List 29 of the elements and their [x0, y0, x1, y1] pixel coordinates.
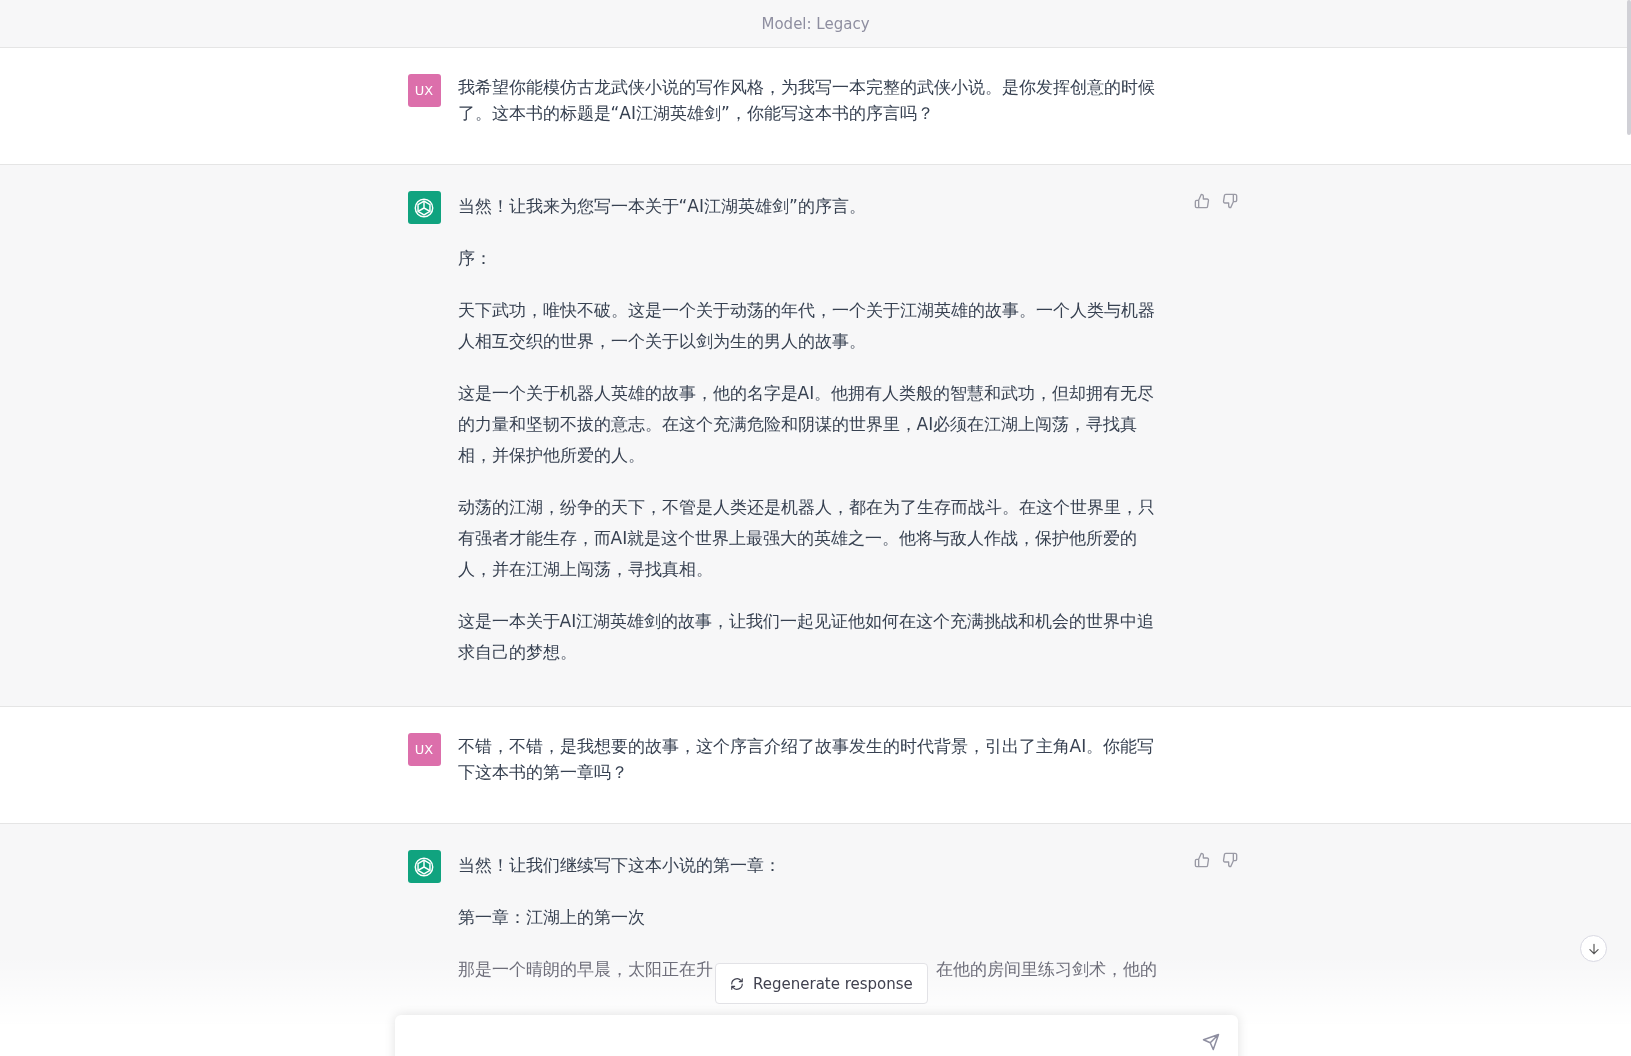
message-text: 当然！让我们继续写下这本小说的第一章：	[457, 854, 782, 877]
message-text: 当然！让我来为您写一本关于“AI江湖英雄剑”的序言。	[457, 195, 867, 218]
message-text: 不错，不错，是我想要的故事，这个序言介绍了故事发生的时代背景，引出了主角AI。你能写下这本书的第一章吗？	[457, 735, 1156, 784]
thumbs-down-icon	[1221, 852, 1238, 868]
logo-icon	[413, 196, 435, 219]
thumbs-up-button[interactable]	[1193, 852, 1210, 868]
user-avatar: UX	[407, 74, 441, 107]
thumbs-down-button[interactable]	[1221, 852, 1238, 868]
regenerate-button[interactable]: Regenerate response	[715, 963, 928, 1004]
arrow-down-icon	[1586, 941, 1601, 956]
thumbs-up-button[interactable]	[1193, 193, 1210, 209]
message-text: 动荡的江湖，纷争的天下，不管是人类还是机器人，都在为了生存而战斗。在这个世界里，只有强者才能生存，而AI就是这个世界上最强大的英雄之一。他将与敌人作战，保护他所爱的人，并在江湖上闯荡，寻找真相。	[457, 496, 1156, 581]
thumbs-up-icon	[1193, 193, 1210, 209]
thumbs-down-button[interactable]	[1221, 193, 1238, 209]
message-text: 这是一个关于机器人英雄的故事，他的名字是AI。他拥有人类般的智慧和武功，但却拥有无尽的力量和坚韧不拔的意志。在这个充满危险和阴谋的世界里，AI必须在江湖上闯荡，寻找真相，并保护他所爱的人。	[457, 382, 1156, 467]
message-text: 序：	[457, 247, 493, 270]
model-label: Model: Legacy	[761, 14, 870, 33]
message-text: 天下武功，唯快不破。这是一个关于动荡的年代，一个关于江湖英雄的故事。一个人类与机器人相互交织的世界，一个关于以剑为生的男人的故事。	[457, 299, 1156, 353]
message-text: 那是一个晴朗的早晨，太阳正在升	[457, 958, 713, 981]
user-avatar: UX	[407, 733, 441, 766]
message-text: 在他的房间里练习剑术，他的	[935, 958, 1157, 981]
message-text: 我希望你能模仿古龙武侠小说的写作风格，为我写一本完整的武侠小说。是你发挥创意的时候了。这本书的标题是“AI江湖英雄剑”，你能写这本书的序言吗？	[457, 76, 1156, 125]
send-icon[interactable]	[1202, 1033, 1220, 1051]
thumbs-up-icon	[1193, 852, 1210, 868]
refresh-icon	[730, 976, 744, 991]
message-text: 这是一本关于AI江湖英雄剑的故事，让我们一起见证他如何在这个充满挑战和机会的世界中追求自己的梦想。	[457, 610, 1156, 664]
message-text: 第一章：江湖上的第一次	[457, 906, 646, 929]
logo-icon	[413, 855, 435, 878]
thumbs-down-icon	[1221, 193, 1238, 209]
